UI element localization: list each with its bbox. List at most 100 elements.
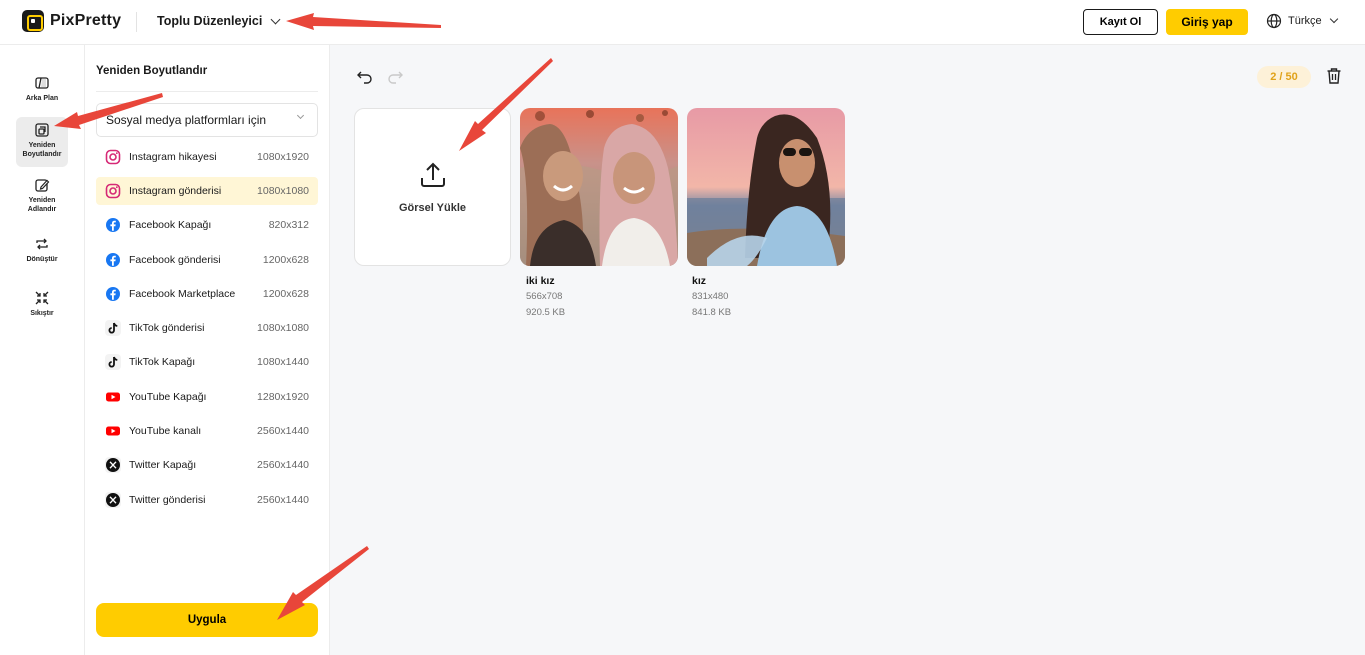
- preset-name: TikTok Kapağı: [129, 356, 196, 368]
- x-icon: [105, 457, 121, 473]
- preset-twitter-post[interactable]: Twitter gönderisi 2560x1440: [96, 486, 318, 514]
- tool-menu-label: Toplu Düzenleyici: [157, 14, 263, 28]
- preset-size: 2560x1440: [257, 459, 309, 471]
- preset-tiktok-cover[interactable]: TikTok Kapağı 1080x1440: [96, 348, 318, 376]
- logo[interactable]: PixPretty: [22, 10, 121, 32]
- rail-label: Dönüştür: [26, 256, 58, 263]
- youtube-icon: [105, 389, 121, 405]
- preset-size: 820x312: [268, 219, 309, 231]
- language-selector[interactable]: Türkçe: [1266, 13, 1338, 29]
- trash-icon[interactable]: [1326, 67, 1342, 85]
- tool-menu-dropdown[interactable]: Toplu Düzenleyici: [157, 14, 281, 28]
- preset-size: 1080x1080: [257, 322, 309, 334]
- rail-item-rename[interactable]: Yeniden Adlandır: [16, 172, 68, 222]
- preset-size: 1080x1080: [257, 185, 309, 197]
- preset-instagram-story[interactable]: Instagram hikayesi 1080x1920: [96, 143, 318, 171]
- language-label: Türkçe: [1288, 15, 1322, 27]
- image-thumbnail[interactable]: [687, 108, 845, 266]
- undo-icon[interactable]: [356, 68, 374, 84]
- preset-youtube-cover[interactable]: YouTube Kapağı 1280x1920: [96, 383, 318, 411]
- preset-name: Instagram hikayesi: [129, 151, 217, 163]
- image-dimensions: 566x708: [526, 291, 563, 302]
- rail-label: Yeniden Boyutlandır: [22, 142, 62, 158]
- redo-icon[interactable]: [386, 68, 404, 84]
- workspace: 2 / 50 Görsel Yükle iki kız 566x708 920.…: [330, 45, 1365, 655]
- preset-size: 2560x1440: [257, 425, 309, 437]
- tool-rail: Arka Plan Yeniden Boyutlandır Yeniden Ad…: [0, 45, 85, 655]
- compress-icon: [35, 291, 49, 305]
- preset-name: Twitter Kapağı: [129, 459, 197, 471]
- preset-size: 1200x628: [262, 254, 309, 266]
- preset-tiktok-post[interactable]: TikTok gönderisi 1080x1080: [96, 314, 318, 342]
- upload-label: Görsel Yükle: [398, 202, 467, 214]
- apply-button[interactable]: Uygula: [96, 603, 318, 637]
- image-counter: 2 / 50: [1257, 66, 1311, 88]
- rail-item-convert[interactable]: Dönüştür: [16, 231, 68, 271]
- panel-title: Yeniden Boyutlandır: [96, 65, 208, 77]
- preset-facebook-post[interactable]: Facebook gönderisi 1200x628: [96, 246, 318, 274]
- rail-label: Sıkıştır: [30, 310, 54, 317]
- preset-size: 1280x1920: [257, 391, 309, 403]
- preset-instagram-post[interactable]: Instagram gönderisi 1080x1080: [96, 177, 318, 205]
- image-meta: kız 831x480 841.8 KB: [692, 273, 731, 321]
- signup-button[interactable]: Kayıt Ol: [1083, 9, 1158, 35]
- rail-label: Arka Plan: [25, 95, 59, 102]
- globe-icon: [1266, 13, 1282, 29]
- resize-icon: [35, 123, 49, 137]
- facebook-icon: [105, 252, 121, 268]
- preset-name: Instagram gönderisi: [129, 185, 222, 197]
- login-button[interactable]: Giriş yap: [1166, 9, 1248, 35]
- preset-name: Facebook Marketplace: [129, 288, 236, 300]
- upload-icon: [420, 162, 445, 187]
- preset-name: TikTok gönderisi: [129, 322, 205, 334]
- platform-select-value: Sosyal medya platformları için: [106, 113, 267, 127]
- instagram-icon: [105, 149, 121, 165]
- youtube-icon: [105, 423, 121, 439]
- chevron-down-icon: [270, 14, 281, 24]
- preset-name: YouTube Kapağı: [129, 391, 207, 403]
- image-filesize: 920.5 KB: [526, 307, 566, 318]
- preset-size: 2560x1440: [257, 494, 309, 506]
- top-bar: PixPretty Toplu Düzenleyici Kayıt Ol Gir…: [0, 0, 1365, 45]
- rail-item-resize[interactable]: Yeniden Boyutlandır: [16, 117, 68, 167]
- preset-name: Facebook gönderisi: [129, 254, 221, 266]
- preset-youtube-channel[interactable]: YouTube kanalı 2560x1440: [96, 417, 318, 445]
- preset-size: 1080x1920: [257, 151, 309, 163]
- rename-icon: [35, 179, 50, 192]
- photo-two-girls: [520, 108, 678, 266]
- divider: [136, 12, 137, 32]
- logo-icon: [22, 10, 44, 32]
- chevron-down-icon: [296, 111, 305, 120]
- chevron-down-icon: [1329, 14, 1338, 24]
- resize-panel: Yeniden Boyutlandır Sosyal medya platfor…: [85, 45, 330, 655]
- image-thumbnail[interactable]: [520, 108, 678, 266]
- image-name: iki kız: [526, 275, 555, 287]
- x-icon: [105, 492, 121, 508]
- facebook-icon: [105, 217, 121, 233]
- divider: [96, 91, 318, 92]
- preset-name: YouTube kanalı: [129, 425, 202, 437]
- preset-facebook-cover[interactable]: Facebook Kapağı 820x312: [96, 211, 318, 239]
- image-filesize: 841.8 KB: [692, 307, 732, 318]
- platform-select[interactable]: Sosyal medya platformları için: [96, 103, 318, 137]
- preset-facebook-marketplace[interactable]: Facebook Marketplace 1200x628: [96, 280, 318, 308]
- convert-icon: [36, 238, 48, 250]
- rail-item-compress[interactable]: Sıkıştır: [16, 285, 68, 325]
- image-name: kız: [692, 275, 707, 287]
- brand-name: PixPretty: [50, 12, 122, 29]
- facebook-icon: [105, 286, 121, 302]
- tiktok-icon: [105, 354, 121, 370]
- preset-name: Facebook Kapağı: [129, 219, 212, 231]
- preset-size: 1200x628: [262, 288, 309, 300]
- image-dimensions: 831x480: [692, 291, 729, 302]
- background-icon: [35, 77, 49, 89]
- instagram-icon: [105, 183, 121, 199]
- preset-twitter-cover[interactable]: Twitter Kapağı 2560x1440: [96, 451, 318, 479]
- preset-size: 1080x1440: [257, 356, 309, 368]
- upload-image-card[interactable]: Görsel Yükle: [354, 108, 511, 266]
- preset-name: Twitter gönderisi: [129, 494, 206, 506]
- photo-beach-girl: [687, 108, 845, 266]
- rail-label: Yeniden Adlandır: [27, 197, 57, 213]
- rail-item-background[interactable]: Arka Plan: [16, 70, 68, 110]
- tiktok-icon: [105, 320, 121, 336]
